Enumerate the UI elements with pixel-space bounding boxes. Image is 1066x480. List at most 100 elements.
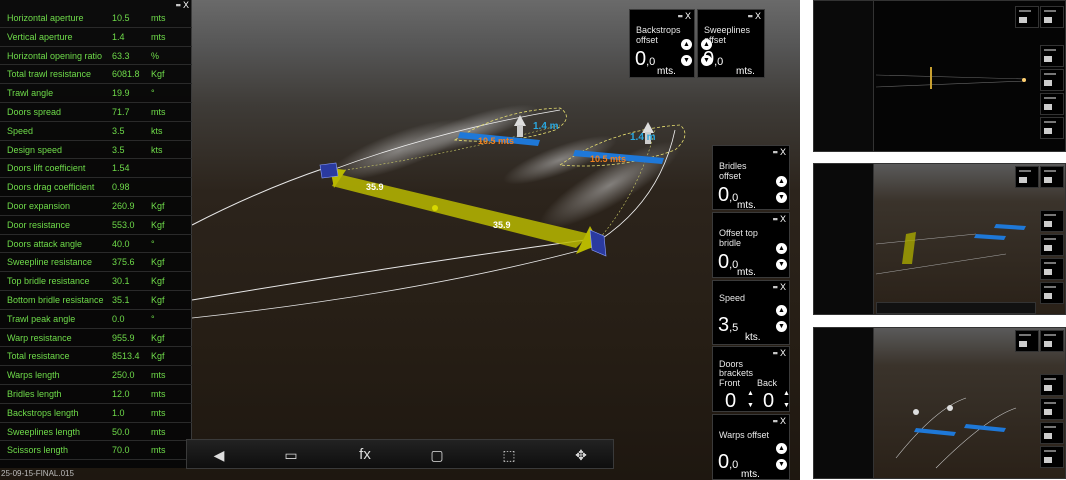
decrement-button[interactable]: ▼ xyxy=(701,55,712,66)
widget-close-button[interactable]: X xyxy=(780,416,786,426)
increment-button[interactable]: ▲ xyxy=(701,39,712,50)
back-increment-button[interactable]: ▲ xyxy=(783,390,790,398)
widget-close-button[interactable]: X xyxy=(755,11,761,21)
widget-title: Speed xyxy=(719,293,746,303)
widget-close-button[interactable]: X xyxy=(780,147,786,157)
thumbnail-params-panel xyxy=(814,328,874,478)
widget-title: offset xyxy=(719,171,741,181)
decrement-button[interactable]: ▼ xyxy=(776,192,787,203)
trawl-door-left[interactable] xyxy=(319,162,339,179)
parameter-row: Trawl peak angle 0.0 ° xyxy=(0,310,192,329)
parameter-row: Doors lift coefficient 1.54 xyxy=(0,159,192,179)
thumbnail-widget xyxy=(1040,374,1064,396)
thumbnail-widget xyxy=(1040,45,1064,67)
parameter-label: Speed xyxy=(7,125,34,136)
front-increment-button[interactable]: ▲ xyxy=(747,390,754,398)
parameter-value: 250.0 xyxy=(112,370,135,381)
increment-button[interactable]: ▲ xyxy=(776,243,787,254)
warps-offset-widget: ▪▪ X Warps offset 0,0 mts. ▲ ▼ xyxy=(712,414,790,480)
thumbnail-widget xyxy=(1040,166,1064,188)
drag-handle-icon[interactable]: ▪▪ xyxy=(773,214,778,224)
widget-close-button[interactable]: X xyxy=(780,214,786,224)
increment-button[interactable]: ▲ xyxy=(776,176,787,187)
back-arrow-icon[interactable]: ◀ xyxy=(189,440,249,470)
parameter-unit: kts xyxy=(151,125,163,136)
parameter-label: Horizontal aperture xyxy=(7,13,84,23)
parameter-unit: Kgf xyxy=(151,332,165,343)
front-decrement-button[interactable]: ▼ xyxy=(747,402,754,410)
increment-button[interactable]: ▲ xyxy=(681,39,692,50)
increment-button[interactable]: ▲ xyxy=(776,443,787,454)
back-decrement-button[interactable]: ▼ xyxy=(783,402,790,410)
widget-title: Backstrops xyxy=(636,25,681,35)
thumbnail-toolbar xyxy=(876,302,1036,314)
thumbnail-widget xyxy=(1015,6,1039,28)
fullscreen-icon[interactable]: ✥ xyxy=(551,440,611,470)
parameter-label: Backstrops length xyxy=(7,407,79,418)
decrement-button[interactable]: ▼ xyxy=(776,459,787,470)
parameter-value: 6081.8 xyxy=(112,69,140,80)
screenshot-icon[interactable]: ⬚ xyxy=(479,440,539,470)
parameter-value: 63.3 xyxy=(112,50,130,61)
drag-handle-icon[interactable]: ▪▪ xyxy=(773,416,778,426)
spread-midpoint xyxy=(432,205,438,211)
decrement-button[interactable]: ▼ xyxy=(776,321,787,332)
parameter-value: 1.0 xyxy=(112,407,125,418)
drag-handle-icon[interactable]: ▪▪ xyxy=(773,147,778,157)
monitor-icon[interactable]: ▭ xyxy=(261,440,321,470)
decrement-button[interactable]: ▼ xyxy=(776,259,787,270)
parameter-value: 30.1 xyxy=(112,276,130,287)
parameter-label: Sweepline resistance xyxy=(7,257,93,268)
widget-unit: mts. xyxy=(736,66,755,77)
thumbnail-widget xyxy=(1040,258,1064,280)
parameter-value: 71.7 xyxy=(112,107,130,117)
thumbnail-close-view[interactable] xyxy=(813,327,1066,479)
parameter-row: Horizontal aperture 10.5 mts xyxy=(0,9,192,28)
thumbnail-widget xyxy=(1040,210,1064,232)
widget-value: 0,0 xyxy=(718,451,739,473)
drag-handle-icon[interactable]: ▪▪ xyxy=(773,348,778,358)
thumbnail-3d-view[interactable] xyxy=(813,163,1066,315)
parameter-value: 1.54 xyxy=(112,163,130,174)
parameter-row: Doors attack angle 40.0 ° xyxy=(0,235,192,254)
offset-top-bridle-widget: ▪▪ X Offset top bridle 0,0 mts. ▲ ▼ xyxy=(712,212,790,278)
parameter-label: Door resistance xyxy=(7,219,71,230)
widget-close-button[interactable]: X xyxy=(780,282,786,292)
parameter-unit: mts xyxy=(151,370,166,381)
increment-button[interactable]: ▲ xyxy=(776,305,787,316)
parameter-label: Trawl peak angle xyxy=(7,313,76,324)
widget-unit: mts. xyxy=(737,267,756,278)
parameter-row: Total trawl resistance 6081.8 Kgf xyxy=(0,65,192,85)
warp-line-right xyxy=(191,237,601,301)
page-icon[interactable]: ▢ xyxy=(407,440,467,470)
parameter-row: Vertical aperture 1.4 mts xyxy=(0,28,192,47)
thumbnail-widget xyxy=(1040,6,1064,28)
parameter-unit: Kgf xyxy=(151,201,165,211)
widget-close-button[interactable]: X xyxy=(780,348,786,358)
parameter-value: 70.0 xyxy=(112,445,130,456)
parameter-unit: mts xyxy=(151,445,166,456)
parameter-value: 553.0 xyxy=(112,219,135,230)
thumbnail-widget xyxy=(1040,330,1064,352)
widget-close-button[interactable]: X xyxy=(685,11,691,21)
drag-handle-icon[interactable]: ▪▪ xyxy=(748,11,753,21)
parameter-row: Backstrops length 1.0 mts xyxy=(0,404,192,423)
thumbnail-top-view[interactable] xyxy=(813,0,1066,152)
drag-handle-icon[interactable]: ▪▪ xyxy=(773,282,778,292)
fx-button[interactable]: fx xyxy=(335,440,395,470)
thumbnail-scene xyxy=(876,67,1027,89)
trawl-parameters-panel: ▪▪ X Horizontal aperture 10.5 mts Vertical a… xyxy=(0,0,192,468)
bottom-toolbar: ◀ ▭ fx ▢ ⬚ ✥ xyxy=(186,439,614,469)
parameter-label: Warps length xyxy=(7,370,60,381)
parameter-row: Door resistance 553.0 Kgf xyxy=(0,216,192,235)
parameter-value: 3.5 xyxy=(112,144,125,155)
drag-handle-icon[interactable]: ▪▪ xyxy=(678,11,683,21)
thumbnail-widget xyxy=(1040,446,1064,468)
widget-title: Bridles xyxy=(719,161,747,171)
parameter-label: Trawl angle xyxy=(7,88,54,99)
thumbnail-params-panel xyxy=(814,1,874,151)
parameter-row: Scissors length 70.0 mts xyxy=(0,441,192,461)
parameter-label: Bottom bridle resistance xyxy=(7,295,104,305)
parameter-label: Doors drag coefficient xyxy=(7,182,95,193)
decrement-button[interactable]: ▼ xyxy=(681,55,692,66)
